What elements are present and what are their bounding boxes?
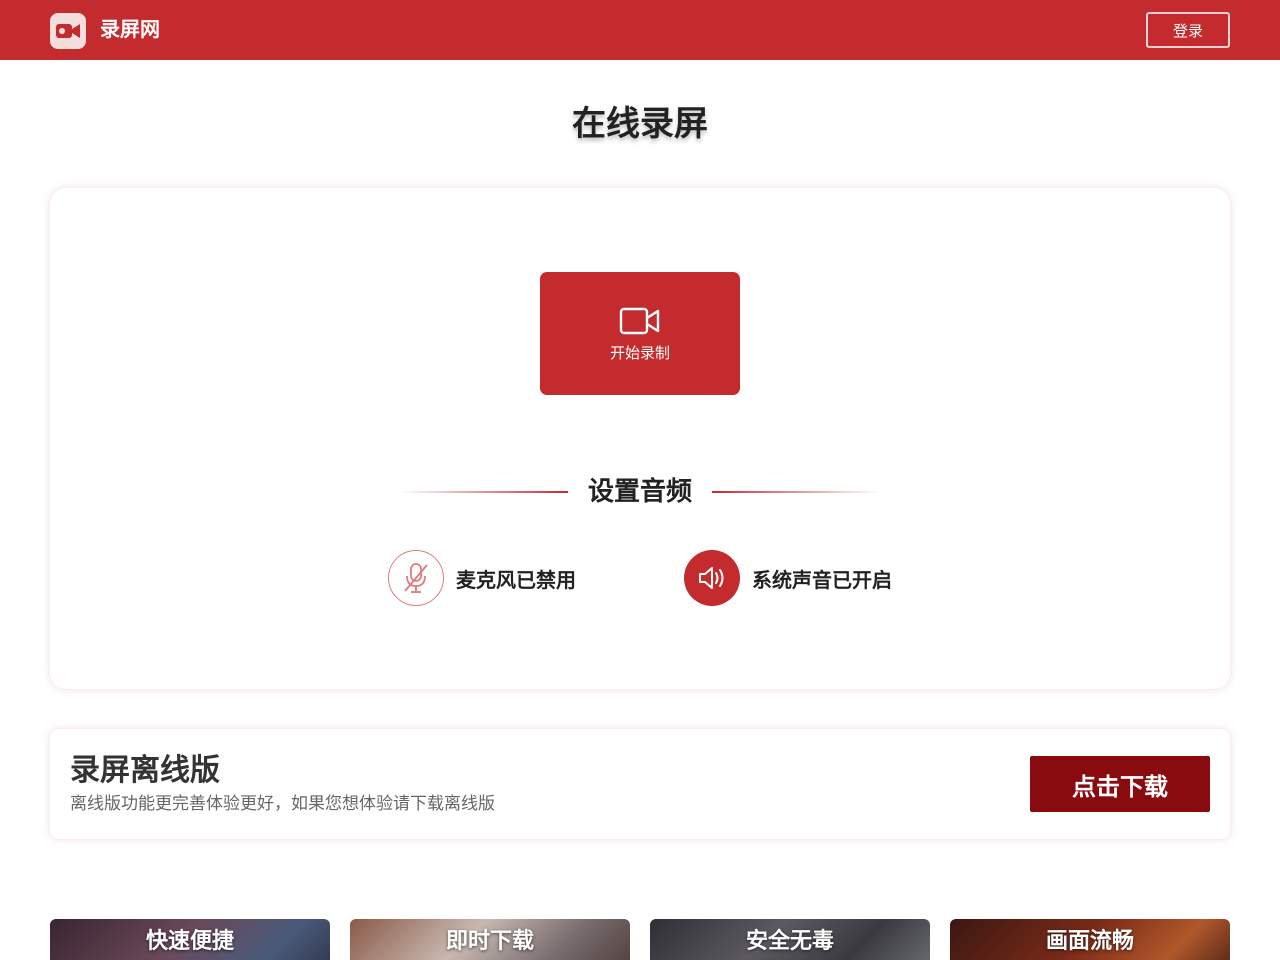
- feature-card-smooth: 画面流畅: [950, 919, 1230, 960]
- download-button[interactable]: 点击下载: [1030, 756, 1210, 812]
- start-recording-label: 开始录制: [609, 343, 670, 362]
- offline-version-banner: 录屏离线版 离线版功能更完善体验更好，如果您想体验请下载离线版 点击下载: [50, 729, 1230, 839]
- microphone-status-label: 麦克风已禁用: [456, 567, 576, 592]
- audio-settings-title: 设置音频: [587, 477, 692, 507]
- heading-divider-right: [712, 491, 880, 493]
- offline-description: 离线版功能更完善体验更好，如果您想体验请下载离线版: [70, 794, 495, 814]
- top-header-bar: 录屏网 登录: [0, 0, 1280, 60]
- speaker-icon: [699, 567, 724, 589]
- logo[interactable]: [50, 13, 86, 49]
- heading-divider-left: [400, 491, 568, 493]
- video-camera-icon: [56, 24, 80, 38]
- video-camera-icon: [619, 307, 660, 334]
- feature-label: 安全无毒: [745, 929, 834, 954]
- page-title: 在线录屏: [572, 104, 708, 144]
- system-audio-toggle[interactable]: 系统声音已开启: [684, 550, 892, 606]
- start-recording-button[interactable]: 开始录制: [540, 272, 740, 395]
- feature-card-download: 即时下载: [350, 919, 630, 960]
- microphone-toggle[interactable]: 麦克风已禁用: [388, 550, 576, 606]
- offline-title: 录屏离线版: [70, 753, 220, 788]
- feature-card-fast: 快速便捷: [50, 919, 330, 960]
- system-audio-status-label: 系统声音已开启: [752, 567, 892, 592]
- microphone-muted-icon: [404, 563, 428, 593]
- site-name[interactable]: 录屏网: [100, 16, 160, 42]
- feature-label: 画面流畅: [1045, 929, 1134, 954]
- system-audio-toggle-circle[interactable]: [684, 550, 740, 606]
- feature-card-safe: 安全无毒: [650, 919, 930, 960]
- audio-settings-heading: 设置音频: [50, 472, 1230, 512]
- login-button[interactable]: 登录: [1146, 12, 1230, 48]
- microphone-toggle-circle[interactable]: [388, 550, 444, 606]
- recorder-card: 开始录制 设置音频 麦克风已禁用 系统声音已开启: [50, 188, 1230, 689]
- feature-label: 快速便捷: [145, 929, 234, 954]
- feature-label: 即时下载: [445, 929, 534, 954]
